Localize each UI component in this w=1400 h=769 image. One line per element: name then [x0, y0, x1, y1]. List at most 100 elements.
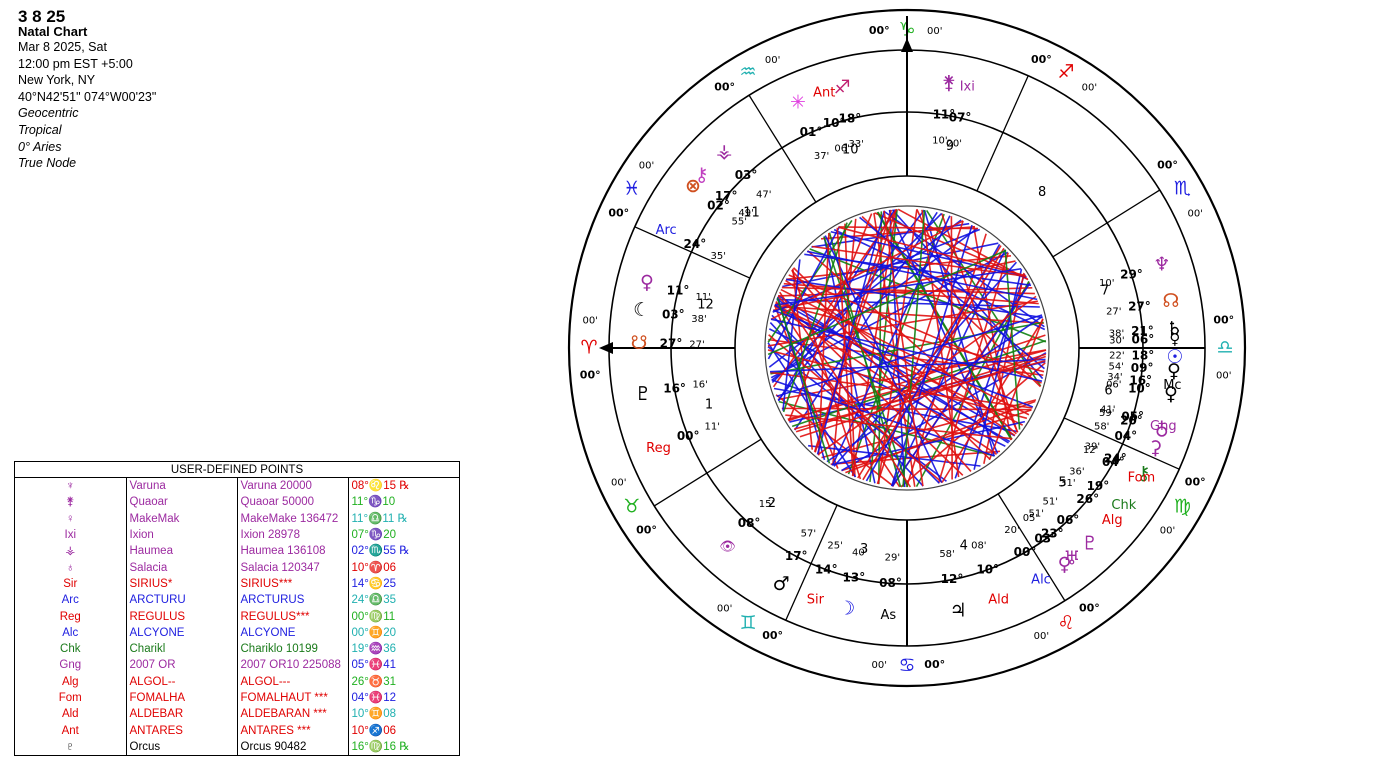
planet-minute: 47'	[756, 189, 771, 200]
planet-glyph-icon: Sir	[807, 592, 825, 607]
planet-degree: 29°	[1120, 268, 1143, 282]
planet-glyph-icon: ♇	[635, 383, 652, 405]
planet-glyph-icon: ♀	[640, 272, 654, 294]
planet-degree: 11°	[667, 283, 690, 297]
planet-degree: 00°	[677, 429, 700, 443]
planet-degree: 03°	[735, 168, 758, 182]
planet-glyph-icon: Alc	[1031, 573, 1051, 588]
sign-glyph-icon: ♋	[898, 655, 915, 677]
planet-degree: 08°	[738, 516, 761, 530]
sign-degree: 00°	[714, 81, 735, 94]
sign-glyph-icon: ♐	[1057, 61, 1074, 83]
planet-degree: 18°	[1132, 349, 1155, 363]
planet-glyph-icon: ♃	[950, 600, 967, 622]
planet-minute: 34'	[1107, 372, 1122, 383]
house-cusp-line	[634, 226, 751, 279]
planet-degree: 10°	[976, 562, 999, 576]
planet-glyph-icon: As	[880, 608, 896, 623]
sign-minute: 00'	[582, 315, 597, 326]
house-number: 1	[705, 397, 713, 412]
planet-degree: 18°	[839, 112, 862, 126]
planet-minute: 38'	[1109, 328, 1124, 339]
sign-degree: 00°	[1213, 313, 1234, 326]
house-cusp-line	[976, 75, 1029, 192]
planet-glyph-icon: Gng	[1150, 419, 1177, 434]
sign-glyph-icon: ♏	[1174, 178, 1191, 200]
planet-glyph-icon: ☋	[631, 332, 648, 354]
planet-glyph-icon: ♐	[834, 76, 851, 98]
planet-degree: 27°	[660, 336, 683, 350]
sign-glyph-icon: ♌	[1057, 612, 1074, 634]
planet-degree: 08°	[879, 576, 902, 590]
sign-degree: 00°	[762, 629, 783, 642]
planet-degree: 04°	[1114, 429, 1137, 443]
planet-glyph-icon: ☽	[838, 598, 855, 620]
planet-minute: 20'	[1004, 525, 1019, 536]
planet-minute: 05'	[1023, 513, 1038, 524]
planet-glyph-icon: ⚵	[942, 72, 956, 94]
sign-minute: 00'	[639, 161, 654, 172]
planet-degree: 16°	[663, 381, 686, 395]
sign-minute: 00'	[1216, 371, 1231, 382]
planet-minute: 10'	[932, 136, 947, 147]
planet-glyph-icon: ⚶	[716, 140, 732, 162]
planet-minute: 08'	[971, 540, 986, 551]
sign-degree: 00°	[1031, 53, 1052, 66]
planet-glyph-icon: Reg	[646, 441, 671, 456]
planet-degree: 06°	[1057, 513, 1080, 527]
planet-glyph-icon: ♀	[1058, 553, 1072, 575]
planet-minute: 16'	[692, 379, 707, 390]
planet-degree: 27°	[1128, 300, 1151, 314]
planet-minute: 41'	[1100, 404, 1115, 415]
planet-glyph-icon: Alg	[1102, 513, 1123, 528]
planet-degree: 03°	[1034, 531, 1057, 545]
planet-degree: 05°	[1121, 409, 1144, 423]
sign-degree: 00°	[924, 658, 945, 671]
sign-degree: 00°	[869, 24, 890, 37]
planet-minute: 11'	[695, 292, 710, 303]
planet-minute: 15'	[759, 499, 774, 510]
planet-degree: 01°	[800, 125, 823, 139]
planet-minute: 38'	[691, 314, 706, 325]
planet-degree: 24°	[684, 237, 707, 251]
planet-glyph-icon: Arc	[656, 223, 677, 238]
planet-minute: 54'	[1108, 361, 1123, 372]
planet-glyph-icon: ☉	[1166, 346, 1183, 368]
planet-glyph-icon: Ixi	[960, 79, 975, 94]
planet-glyph-icon: 👁	[719, 540, 736, 555]
planet-minute: 58'	[1094, 422, 1109, 433]
planet-degree: 16°	[1129, 373, 1152, 387]
sign-minute: 00'	[765, 55, 780, 66]
planet-minute: 29'	[885, 552, 900, 563]
sign-minute: 00'	[1082, 83, 1097, 94]
sign-minute: 00'	[1034, 631, 1049, 642]
planet-minute: 22'	[1109, 350, 1124, 361]
sign-degree: 00°	[608, 207, 629, 220]
planet-degree: 14°	[815, 562, 838, 576]
planet-glyph-icon: Chk	[1111, 498, 1136, 513]
planet-degree: 21°	[1131, 324, 1154, 338]
house-number: 4	[960, 539, 968, 554]
planet-glyph-icon: Fom	[1128, 470, 1156, 485]
natal-chart-wheel: ♈00°00'♉00°00'♊00°00'♋ 00°00'♌00°00'♍00°0…	[567, 8, 1247, 688]
planet-degree: 04°	[1102, 455, 1125, 469]
sign-degree: 00°	[1157, 159, 1178, 172]
planet-degree: 17°	[785, 549, 808, 563]
planet-minute: 35'	[711, 251, 726, 262]
planet-glyph-icon: ♇	[1081, 533, 1098, 555]
planet-minute: 12'	[1083, 445, 1098, 456]
planet-degree: 12°	[941, 572, 964, 586]
planet-glyph-icon: ♂	[773, 573, 790, 595]
planet-minute: 11'	[705, 422, 720, 433]
planet-glyph-icon: ⚳	[1149, 437, 1163, 459]
planet-minute: 20'	[946, 138, 961, 149]
sign-degree: 00°	[1079, 601, 1100, 614]
sign-minute: 00'	[717, 603, 732, 614]
sign-minute: 00'	[1187, 209, 1202, 220]
planet-glyph-icon: ♄	[1166, 318, 1183, 340]
house-cusp-line	[1052, 189, 1161, 258]
sign-glyph-icon: ♍	[1174, 496, 1191, 518]
planet-minute: 10'	[1099, 278, 1114, 289]
planet-glyph-icon: Ald	[988, 592, 1009, 607]
planet-minute: 27'	[689, 339, 704, 350]
